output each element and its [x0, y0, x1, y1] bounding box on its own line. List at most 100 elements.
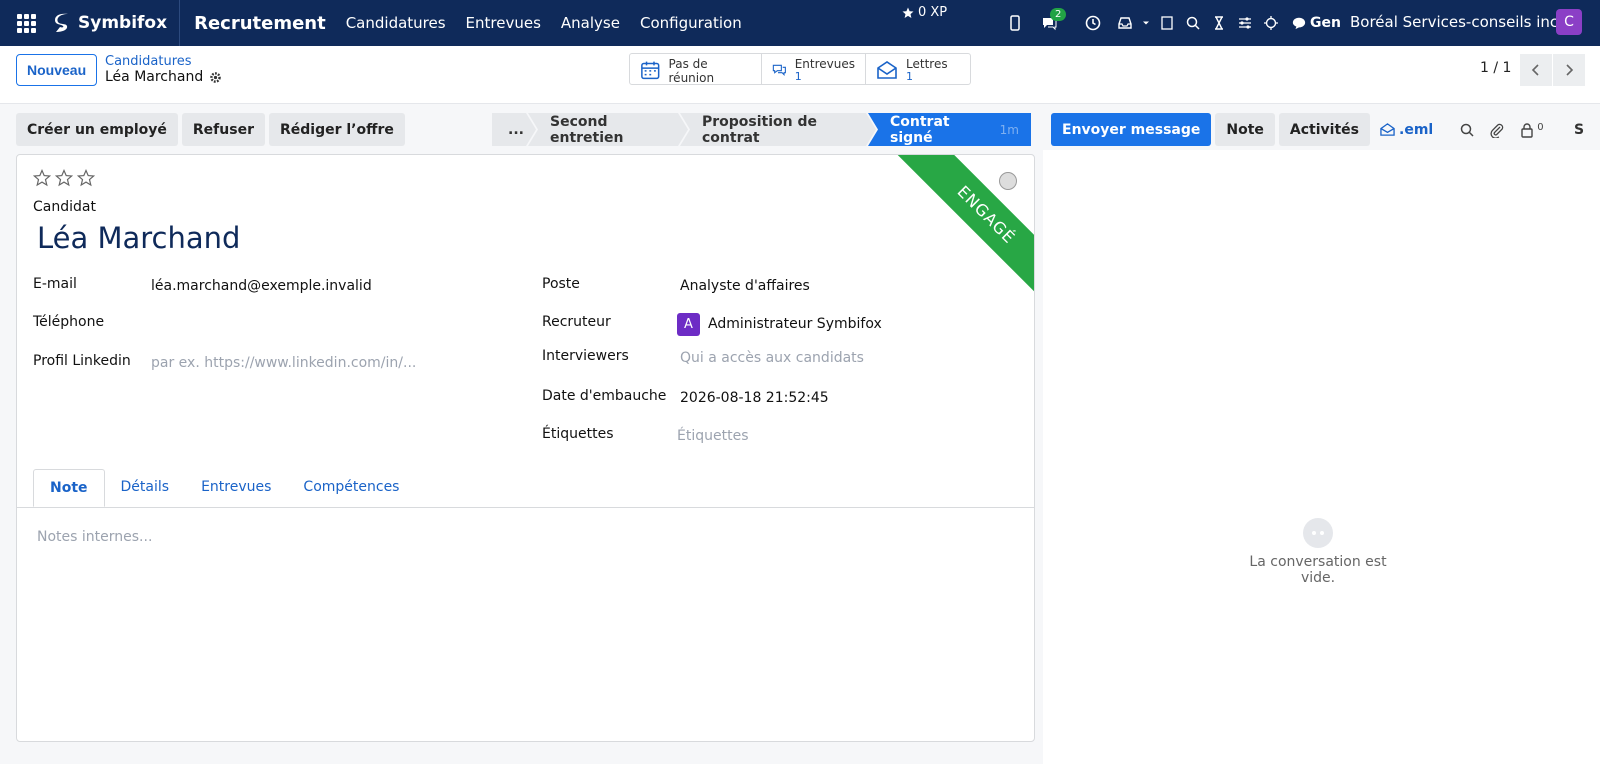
sliders-icon[interactable]: [1234, 12, 1256, 34]
s-indicator: S: [1574, 122, 1585, 138]
smart-meetings-label: Pas de réunion: [668, 57, 715, 85]
internal-notes-field[interactable]: Notes internes...: [37, 529, 152, 545]
star-outline-icon[interactable]: [77, 169, 95, 187]
brand-name: Symbifox: [78, 13, 168, 33]
candidate-name[interactable]: Léa Marchand: [37, 221, 240, 255]
mobile-icon[interactable]: [1004, 12, 1026, 34]
inbox-icon[interactable]: [1114, 12, 1136, 34]
user-avatar[interactable]: C: [1556, 9, 1582, 35]
star-outline-icon[interactable]: [33, 169, 51, 187]
chevron-right-icon: [1566, 64, 1574, 76]
bug-icon[interactable]: [1260, 12, 1282, 34]
chatter-panel: La conversation est vide.: [1043, 150, 1600, 764]
kanban-state-indicator[interactable]: [999, 172, 1017, 190]
interviewers-field[interactable]: Qui a accès aux candidats: [680, 350, 864, 366]
pager-previous-button[interactable]: [1520, 54, 1552, 86]
draft-offer-button[interactable]: Rédiger l’offre: [268, 113, 405, 146]
lock-icon: [1521, 122, 1533, 138]
menu-analyse[interactable]: Analyse: [561, 14, 620, 32]
send-message-button[interactable]: Envoyer message: [1051, 113, 1212, 146]
messages-icon[interactable]: 2: [1038, 8, 1067, 34]
brand[interactable]: Symbifox: [52, 0, 181, 46]
pager-next-button[interactable]: [1553, 54, 1585, 86]
eml-button[interactable]: .eml: [1380, 122, 1433, 138]
apps-menu-button[interactable]: [0, 0, 52, 46]
systray: 2 Gen: [1004, 0, 1341, 46]
smart-buttons: Pas de réunion Entrevues 1 Lettres 1: [629, 53, 971, 85]
candidate-label: Candidat: [33, 199, 96, 215]
menu-candidatures[interactable]: Candidatures: [346, 14, 446, 32]
log-note-button[interactable]: Note: [1215, 113, 1275, 146]
smart-button-meetings[interactable]: Pas de réunion: [630, 54, 762, 85]
recruiter-label: Recruteur: [542, 314, 611, 330]
phone-label: Téléphone: [33, 314, 105, 330]
caret-down-icon[interactable]: [1140, 12, 1152, 34]
job-field[interactable]: Analyste d'affaires: [680, 278, 810, 294]
stage-more[interactable]: ...: [492, 113, 536, 146]
priority-stars: [33, 169, 95, 187]
messages-badge: 2: [1050, 8, 1067, 21]
breadcrumb-current-label: Léa Marchand: [105, 69, 204, 85]
stage-second-interview[interactable]: Second entretien: [528, 113, 688, 146]
breadcrumb-current: Léa Marchand: [105, 69, 222, 85]
gear-icon[interactable]: [209, 71, 222, 84]
user-menu[interactable]: Gen: [1292, 15, 1341, 31]
stage-duration: 1m: [999, 122, 1019, 137]
tab-details[interactable]: Détails: [105, 469, 186, 507]
chatter-toolbar: Envoyer message Note Activités .eml 0: [1051, 113, 1544, 146]
breadcrumb: Candidatures Léa Marchand: [105, 54, 222, 85]
stage-contract-signed[interactable]: Contrat signé 1m: [868, 113, 1031, 146]
company-switcher[interactable]: Boréal Services-conseils inc.: [1350, 13, 1563, 31]
interviewers-label: Interviewers: [542, 348, 629, 364]
stage-contract-proposal[interactable]: Proposition de contrat: [680, 113, 876, 146]
breadcrumb-candidatures[interactable]: Candidatures: [105, 54, 222, 69]
module-title[interactable]: Recrutement: [194, 13, 326, 34]
chevron-left-icon: [1531, 64, 1539, 76]
empty-conversation-icon: [1303, 518, 1333, 548]
tags-field[interactable]: Étiquettes: [677, 428, 748, 444]
followers-count: 0: [1537, 121, 1544, 133]
statusbar-actions: Créer un employé Refuser Rédiger l’offre: [16, 113, 405, 146]
smart-button-interviews[interactable]: Entrevues 1: [762, 54, 866, 84]
xp-indicator[interactable]: 0 XP: [902, 5, 947, 20]
recruiter-avatar: A: [677, 313, 700, 336]
refuse-button[interactable]: Refuser: [181, 113, 265, 146]
search-icon[interactable]: [1182, 12, 1204, 34]
phone-field[interactable]: [151, 314, 511, 334]
tabs-divider: [17, 507, 1034, 508]
linkedin-field[interactable]: par ex. https://www.linkedin.com/in/...: [151, 355, 416, 371]
star-outline-icon[interactable]: [55, 169, 73, 187]
chat-bubble-icon: [1292, 17, 1306, 30]
smart-button-letters[interactable]: Lettres 1: [866, 54, 970, 84]
star-icon: [902, 7, 914, 18]
tab-skills[interactable]: Compétences: [287, 469, 415, 507]
top-navbar: Symbifox Recrutement Candidatures Entrev…: [0, 0, 1600, 46]
paperclip-icon[interactable]: [1489, 122, 1505, 138]
chatter-icons: 0: [1459, 121, 1544, 138]
activities-button[interactable]: Activités: [1278, 113, 1370, 146]
new-button[interactable]: Nouveau: [16, 54, 98, 86]
email-label: E-mail: [33, 276, 77, 292]
brand-logo-icon: [55, 13, 68, 32]
tab-interviews[interactable]: Entrevues: [185, 469, 287, 507]
create-employee-button[interactable]: Créer un employé: [16, 113, 178, 146]
note-icon[interactable]: [1156, 12, 1178, 34]
user-short-name: Gen: [1310, 15, 1341, 31]
followers-button[interactable]: 0: [1519, 121, 1544, 138]
tab-note[interactable]: Note: [33, 469, 105, 507]
pager-value[interactable]: 1 / 1: [1480, 60, 1511, 76]
chat-bubbles-icon: [772, 64, 786, 76]
eml-label: .eml: [1399, 121, 1434, 138]
menu-entrevues[interactable]: Entrevues: [466, 14, 541, 32]
email-field[interactable]: léa.marchand@exemple.invalid: [151, 278, 372, 294]
pager-buttons: [1520, 54, 1585, 86]
hire-date-field[interactable]: 2026-08-18 21:52:45: [680, 390, 829, 406]
notebook-tabs: Note Détails Entrevues Compétences: [33, 469, 415, 507]
search-icon[interactable]: [1459, 122, 1475, 138]
stage-contract-signed-label: Contrat signé: [890, 113, 950, 146]
clock-icon[interactable]: [1082, 12, 1104, 34]
hourglass-icon[interactable]: [1208, 12, 1230, 34]
recruiter-field[interactable]: Administrateur Symbifox: [708, 316, 882, 332]
smart-letters-count: 1: [906, 70, 913, 83]
menu-configuration[interactable]: Configuration: [640, 14, 742, 32]
